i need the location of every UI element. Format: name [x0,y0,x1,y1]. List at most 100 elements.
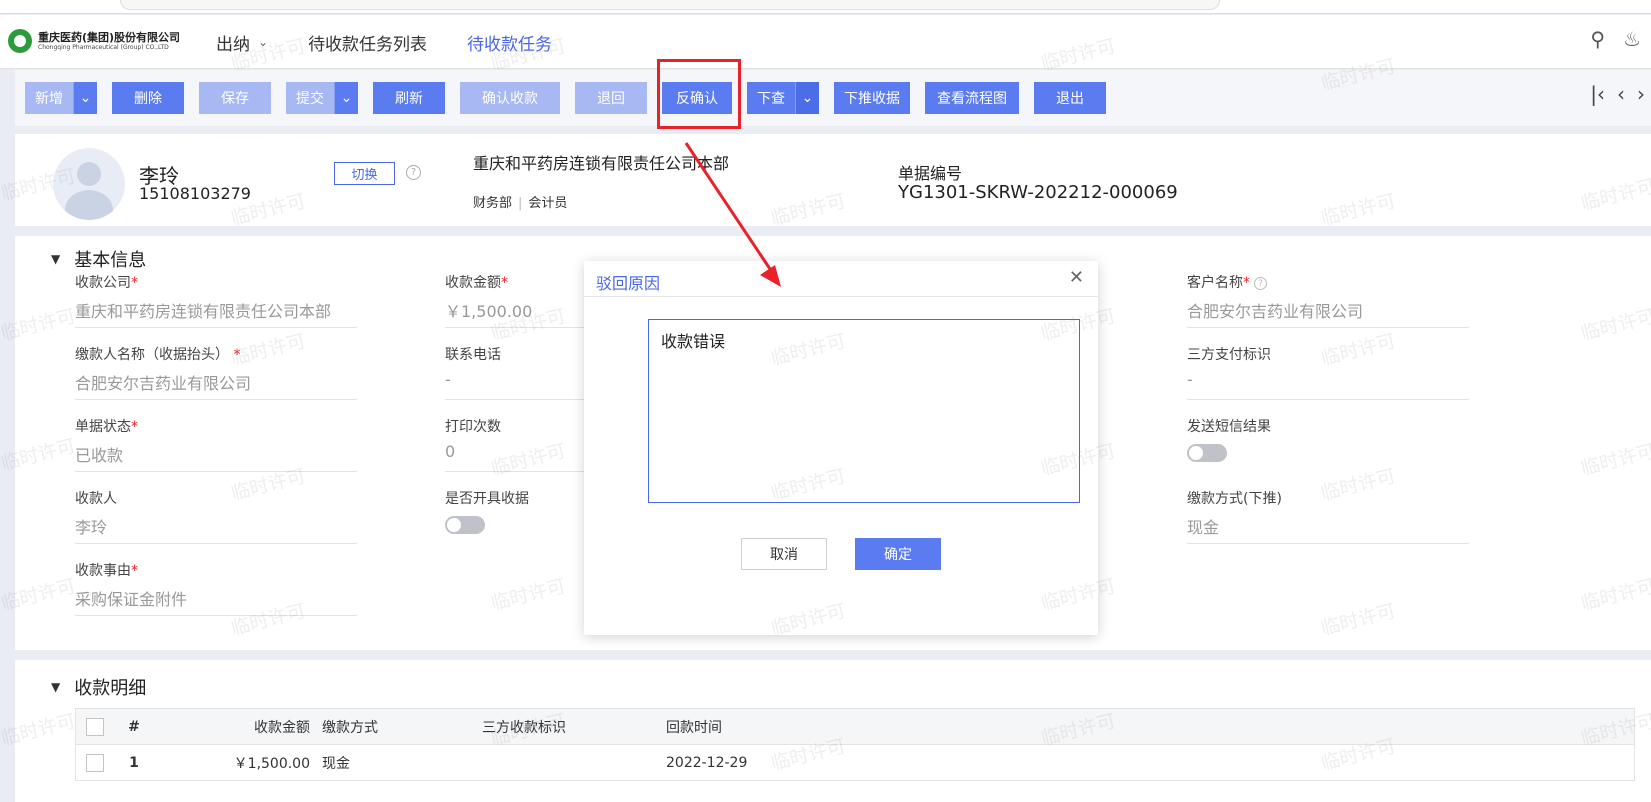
switch-button[interactable]: 切换 [334,162,395,185]
address-bar[interactable] [120,0,1220,10]
field-status: 单据状态* 已收款 [75,416,357,472]
field-label: 缴款人名称（收据抬头） [75,347,229,363]
search-icon[interactable]: ⚲ [1590,27,1605,51]
ok-button[interactable]: 确定 [855,538,941,570]
basic-info-header[interactable]: ▼ 基本信息 [51,246,146,272]
table-row[interactable]: 1 ￥1,500.00 现金 2022-12-29 [76,745,1634,780]
logo-icon [8,29,32,53]
field-label: 是否开具收据 [445,491,529,507]
dialog-header: 驳回原因 ✕ [584,261,1098,297]
field-value[interactable]: - [1187,370,1469,400]
first-page-icon[interactable]: |‹ [1590,82,1605,106]
col-amount: 收款金额 [254,719,310,736]
header-actions: ⚲ ♨ [1590,27,1641,51]
collapse-triangle-icon: ▼ [51,680,61,694]
unconfirm-highlight-box [657,59,741,129]
field-value[interactable]: 合肥安尔吉药业有限公司 [1187,298,1469,328]
confirm-receipt-button[interactable]: 确认收款 [460,82,560,114]
cell-amount: ￥1,500.00 [233,755,310,772]
dialog-title: 驳回原因 [596,274,661,293]
table-header-row: # 收款金额 缴款方式 三方收款标识 回款时间 [76,709,1634,745]
new-button[interactable]: 新增 [25,82,73,114]
col-method: 缴款方式 [322,719,378,736]
cell-index: 1 [129,754,139,771]
close-icon[interactable]: ✕ [1069,267,1084,288]
field-label: 联系电话 [445,347,501,363]
field-label: 缴款方式(下推) [1187,491,1282,507]
field-receiver: 收款人 李玲 [75,488,357,544]
submit-button[interactable]: 提交 [286,82,334,114]
nav-cashier-label: 出纳 [216,34,250,55]
field-sms-result: 发送短信结果 [1187,416,1469,462]
toolbar: 新增 ⌄ 删除 保存 提交 ⌄ 刷新 确认收款 退回 反确认 下查 ⌄ 下推收据… [15,70,1651,126]
chevron-down-icon[interactable]: ⌄ [795,82,819,114]
delete-button[interactable]: 删除 [112,82,184,114]
field-pay-method: 缴款方式(下推) 现金 [1187,488,1469,544]
nav-pending-list[interactable]: 待收款任务列表 [308,15,427,69]
company-logo: 重庆医药(集团)股份有限公司 Chongqing Pharmaceutical … [8,29,180,53]
col-time: 回款时间 [666,719,722,736]
reject-reason-dialog: 驳回原因 ✕ 收款错误 取消 确定 [584,261,1098,635]
field-label: 收款事由 [75,563,131,579]
reject-reason-input[interactable]: 收款错误 [648,319,1080,503]
field-customer: 客户名称*? 合肥安尔吉药业有限公司 [1187,272,1469,328]
select-all-checkbox[interactable] [86,717,104,736]
field-value[interactable]: 已收款 [75,442,357,472]
avatar [53,148,125,220]
chevron-down-icon[interactable]: ⌄ [334,82,358,114]
next-page-icon[interactable]: › [1637,82,1645,106]
help-icon[interactable]: ? [406,165,421,180]
chevron-down-icon: ⌄ [258,35,269,49]
company-name-cn: 重庆医药(集团)股份有限公司 [38,30,181,44]
save-button[interactable]: 保存 [199,82,271,114]
return-button[interactable]: 退回 [575,82,647,114]
cancel-button[interactable]: 取消 [741,538,827,570]
col-third: 三方收款标识 [482,719,566,736]
doc-number: YG1301-SKRW-202212-000069 [898,182,1178,203]
view-flow-button[interactable]: 查看流程图 [925,82,1019,114]
issue-receipt-toggle[interactable] [445,516,485,534]
field-value[interactable]: 采购保证金附件 [75,586,357,616]
sms-result-toggle[interactable] [1187,444,1227,462]
chevron-down-icon[interactable]: ⌄ [73,82,97,114]
field-payee-company: 收款公司* 重庆和平药房连锁有限责任公司本部 [75,272,357,328]
field-label: 收款金额 [445,275,501,291]
field-label: 发送短信结果 [1187,419,1271,435]
field-value[interactable]: 李玲 [75,514,357,544]
pager: |‹ ‹ › [1590,82,1645,106]
nav-cashier[interactable]: 出纳 ⌄ [216,15,268,69]
field-payer: 缴款人名称（收据抬头） * 合肥安尔吉药业有限公司 [75,344,357,400]
role-name: 会计员 [528,196,568,211]
user-phone: 15108103279 [139,184,251,203]
dept-role: 财务部 | 会计员 [473,196,568,211]
exit-button[interactable]: 退出 [1034,82,1106,114]
col-index: # [128,718,140,735]
field-label: 收款人 [75,491,117,507]
submit-button-group: 提交 ⌄ [286,82,358,114]
section-title: 收款明细 [74,678,147,699]
field-label: 三方支付标识 [1187,347,1271,363]
field-third-party: 三方支付标识 - [1187,344,1469,400]
row-checkbox[interactable] [86,753,104,772]
app-header: 重庆医药(集团)股份有限公司 Chongqing Pharmaceutical … [0,15,1651,69]
field-label: 单据状态 [75,419,131,435]
refresh-button[interactable]: 刷新 [373,82,445,114]
new-button-group: 新增 ⌄ [25,82,97,114]
nav-pending-task[interactable]: 待收款任务 [467,15,552,69]
field-value[interactable]: 合肥安尔吉药业有限公司 [75,370,357,400]
top-nav: 出纳 ⌄ 待收款任务列表 待收款任务 [216,15,592,69]
receipt-detail-table: # 收款金额 缴款方式 三方收款标识 回款时间 1 ￥1,500.00 现金 2… [75,708,1635,781]
company-name-en: Chongqing Pharmaceutical (Group) CO.,LTD [38,43,169,51]
prev-page-icon[interactable]: ‹ [1617,82,1625,106]
profile-card: 李玲 15108103279 切换 ? 重庆和平药房连锁有限责任公司本部 财务部… [15,134,1651,226]
receipt-detail-section: ▼ 收款明细 # 收款金额 缴款方式 三方收款标识 回款时间 1 ￥1,500.… [15,660,1651,802]
receipt-detail-header[interactable]: ▼ 收款明细 [51,674,146,700]
field-label: 打印次数 [445,419,501,435]
push-receipt-button[interactable]: 下推收据 [834,82,910,114]
bell-icon[interactable]: ♨ [1623,27,1641,51]
field-value[interactable]: 重庆和平药房连锁有限责任公司本部 [75,298,357,328]
field-value[interactable]: 现金 [1187,514,1469,544]
help-icon[interactable]: ? [1254,276,1267,290]
query-down-button[interactable]: 下查 [747,82,795,114]
field-label: 客户名称 [1187,275,1243,291]
